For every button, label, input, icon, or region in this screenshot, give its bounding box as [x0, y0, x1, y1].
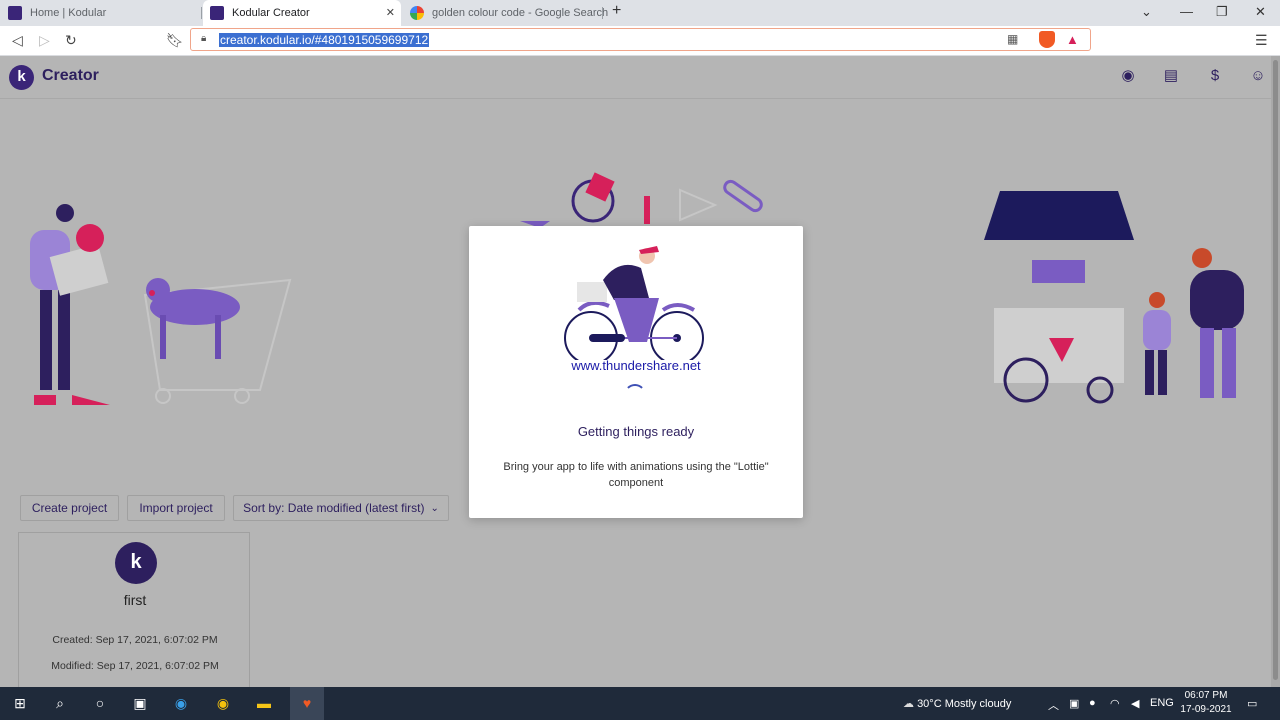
tab-title: golden colour code - Google Search	[432, 7, 609, 19]
dog-cart-illustration	[143, 278, 292, 404]
dollar-icon[interactable]: $	[1206, 67, 1224, 85]
tab-separator	[602, 7, 603, 19]
weather-text: 30°C Mostly cloudy	[917, 698, 1012, 710]
language-indicator[interactable]: ENG	[1150, 697, 1174, 709]
project-created: Created: Sep 17, 2021, 6:07:02 PM	[52, 634, 218, 646]
volume-icon[interactable]: ◀	[1131, 697, 1139, 710]
microphone-icon[interactable]: ●	[1089, 697, 1096, 709]
cyclist-animation	[564, 246, 704, 360]
tab-separator	[201, 7, 202, 19]
weather-widget[interactable]: ☁ 30°C Mostly cloudy	[903, 697, 1011, 710]
kodular-logo[interactable]: k	[9, 65, 34, 90]
sort-label: Sort by: Date modified (latest first)	[243, 501, 425, 515]
docs-icon[interactable]: ▤	[1162, 67, 1180, 85]
task-view-icon[interactable]: ▣	[131, 694, 149, 712]
clock-time: 06:07 PM	[1184, 690, 1228, 701]
tab-kodular-creator[interactable]: Kodular Creator ✕	[203, 0, 401, 26]
tab-google-search[interactable]: golden colour code - Google Search	[410, 0, 610, 26]
woman-with-box-illustration	[30, 204, 110, 405]
search-icon[interactable]: ⌕	[51, 694, 69, 712]
loading-tip: Bring your app to life with animations u…	[503, 461, 769, 489]
account-icon[interactable]: ☺	[1249, 67, 1267, 85]
forward-icon[interactable]: ▷	[39, 32, 50, 49]
create-project-button[interactable]: Create project	[20, 495, 119, 521]
url-text[interactable]: creator.kodular.io/#4801915059699712	[219, 33, 430, 47]
google-favicon-icon	[410, 6, 424, 20]
cortana-icon[interactable]: ○	[91, 694, 109, 712]
kiosk-family-illustration	[984, 191, 1244, 404]
notifications-icon[interactable]: ▭	[1247, 697, 1257, 710]
browser-toolbar: ◁ ▷ ↻ 🔖︎ 🔒︎ creator.kodular.io/#48019150…	[0, 26, 1280, 56]
kodular-favicon-icon	[210, 6, 224, 20]
kodular-favicon-icon	[8, 6, 22, 20]
close-window-icon[interactable]: ✕	[1255, 4, 1266, 20]
minimize-icon[interactable]: —	[1180, 4, 1193, 19]
wifi-icon[interactable]: ◠	[1110, 697, 1120, 710]
import-project-button[interactable]: Import project	[127, 495, 225, 521]
brave-icon[interactable]: ♥	[290, 687, 324, 720]
chevron-down-icon: ⌄	[430, 502, 439, 514]
sort-dropdown[interactable]: Sort by: Date modified (latest first) ⌄	[233, 495, 449, 521]
scrollbar-thumb[interactable]	[1273, 60, 1278, 680]
brave-shields-icon[interactable]	[1039, 31, 1055, 48]
maximize-icon[interactable]: ❐	[1216, 4, 1228, 20]
address-bar[interactable]: 🔒︎ creator.kodular.io/#4801915059699712 …	[190, 28, 1091, 51]
qr-code-icon[interactable]: ▦	[1007, 32, 1018, 46]
brand-title: Creator	[42, 67, 99, 84]
scrollbar[interactable]	[1271, 56, 1280, 687]
back-icon[interactable]: ◁	[12, 32, 23, 49]
tab-title: Kodular Creator	[232, 7, 310, 19]
cloud-icon: ☁	[903, 698, 914, 710]
tab-home-kodular[interactable]: Home | Kodular	[8, 0, 198, 26]
project-name: first	[123, 592, 147, 608]
new-tab-icon[interactable]: +	[612, 2, 621, 20]
project-modified: Modified: Sep 17, 2021, 6:07:02 PM	[51, 660, 219, 672]
windows-taskbar: ⊞ ⌕ ○ ▣ ◉ ◉ ▬ ♥ ☁ 30°C Mostly cloudy ︿ ▣…	[0, 687, 1280, 720]
loading-title: Getting things ready	[577, 424, 695, 439]
watermark-text: www.thundershare.net	[571, 358, 701, 373]
app-header: k Creator ◉ ▤ $ ☺	[0, 56, 1271, 99]
palette-icon[interactable]: ◉	[1119, 67, 1137, 85]
tab-title: Home | Kodular	[30, 7, 107, 19]
tab-search-icon[interactable]: ⌄	[1141, 4, 1152, 20]
geometric-shapes-illustration	[520, 172, 763, 228]
meet-now-icon[interactable]: ▣	[1069, 697, 1079, 710]
show-hidden-icons-icon[interactable]: ︿	[1048, 697, 1059, 713]
loading-dialog: www.thundershare.net Getting things read…	[469, 226, 803, 518]
brave-rewards-icon[interactable]: ▲	[1066, 32, 1079, 47]
chrome-icon[interactable]: ◉	[214, 694, 232, 712]
file-explorer-icon[interactable]: ▬	[255, 694, 273, 712]
project-avatar: k	[115, 542, 157, 584]
loading-spinner-icon	[624, 384, 646, 406]
clock-date: 17-09-2021	[1180, 704, 1232, 715]
kodular-creator-app: k Creator ◉ ▤ $ ☺ Create project Import …	[0, 56, 1280, 687]
menu-icon[interactable]: ☰	[1255, 32, 1268, 49]
project-card[interactable]: k first Created: Sep 17, 2021, 6:07:02 P…	[18, 532, 250, 687]
bookmark-icon[interactable]: 🔖︎	[166, 32, 184, 49]
lock-icon: 🔒︎	[201, 33, 207, 44]
reload-icon[interactable]: ↻	[65, 32, 77, 49]
windows-start-icon[interactable]: ⊞	[11, 694, 29, 712]
close-tab-icon[interactable]: ✕	[386, 6, 395, 19]
clock[interactable]: 06:07 PM 17-09-2021	[1178, 689, 1234, 717]
tab-strip: Home | Kodular Kodular Creator ✕ golden …	[0, 0, 1280, 26]
edge-icon[interactable]: ◉	[172, 694, 190, 712]
